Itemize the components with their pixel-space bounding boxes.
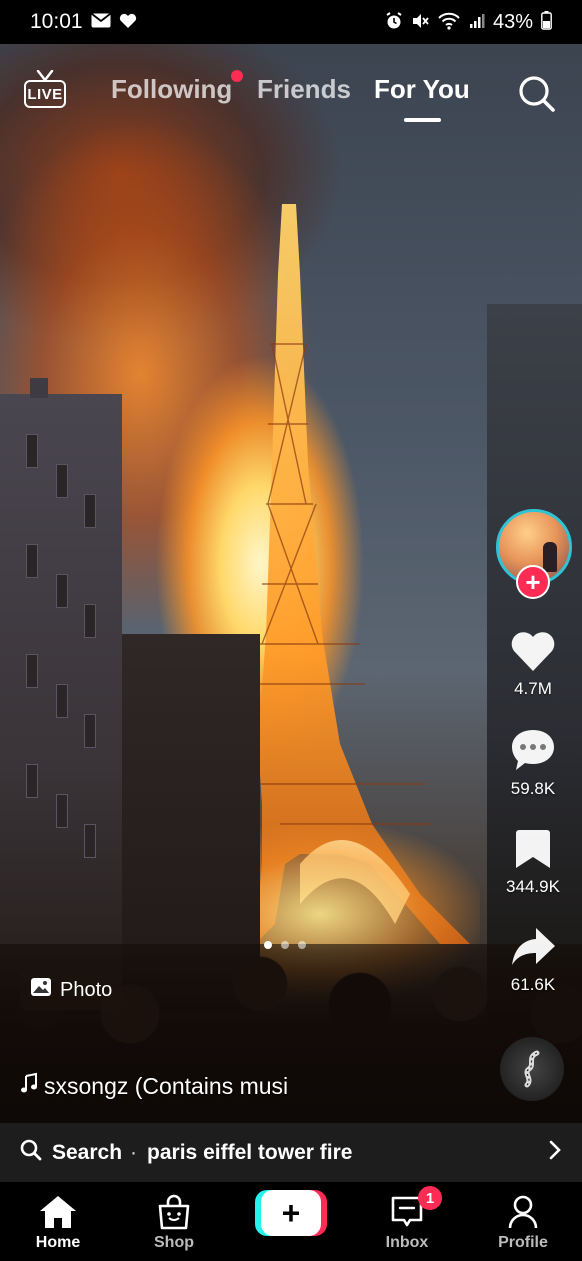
slide-dot: [264, 941, 272, 949]
create-icon: +: [261, 1190, 321, 1236]
nav-shop[interactable]: Shop: [129, 1190, 219, 1252]
post-image[interactable]: [0, 44, 582, 1182]
nav-profile-label: Profile: [498, 1234, 548, 1251]
live-label: LIVE: [24, 80, 66, 108]
battery-percent: 43%: [492, 10, 533, 33]
bookmark-count: 344.9K: [506, 877, 560, 896]
bookmark-button[interactable]: 344.9K: [488, 827, 578, 897]
heart-icon: [119, 13, 137, 32]
inbox-badge: 1: [418, 1186, 442, 1210]
bottom-nav: Home Shop + Inbox Profile: [0, 1182, 582, 1261]
alarm-icon: [385, 11, 403, 33]
related-search-bar[interactable]: Search · paris eiffel tower fire: [0, 1123, 582, 1182]
share-count: 61.6K: [510, 975, 556, 994]
mail-icon: [91, 13, 111, 31]
status-bar: 10:01 43%: [0, 0, 582, 44]
photo-badge: Photo: [20, 970, 123, 1010]
heart-icon: [488, 629, 578, 673]
tab-following[interactable]: Following: [111, 74, 232, 105]
share-icon: [488, 925, 578, 969]
live-button[interactable]: LIVE: [24, 70, 68, 110]
active-tab-indicator: [404, 118, 441, 122]
battery-icon: [541, 11, 552, 33]
music-info[interactable]: sxsongz (Contains musi: [20, 1072, 288, 1100]
create-button[interactable]: +: [255, 1190, 327, 1236]
shop-icon: [129, 1190, 219, 1230]
like-button[interactable]: 4.7M: [488, 629, 578, 699]
share-button[interactable]: 61.6K: [488, 925, 578, 995]
follow-button[interactable]: +: [516, 565, 550, 599]
bookmark-icon: [488, 827, 578, 871]
nav-shop-label: Shop: [154, 1234, 194, 1251]
signal-icon: [469, 13, 485, 32]
photo-icon: [30, 977, 52, 1003]
home-icon: [13, 1190, 103, 1230]
wifi-icon: [437, 12, 461, 33]
building-left: [0, 378, 122, 1014]
search-query: paris eiffel tower fire: [147, 1140, 353, 1164]
status-time: 10:01: [30, 10, 83, 33]
chevron-right-icon: [548, 1139, 562, 1168]
like-count: 4.7M: [514, 679, 552, 698]
comment-button[interactable]: 59.8K: [488, 727, 578, 799]
tab-friends[interactable]: Friends: [257, 74, 351, 105]
nav-inbox-label: Inbox: [385, 1234, 429, 1251]
nav-home-label: Home: [35, 1234, 81, 1251]
search-icon[interactable]: [517, 74, 557, 114]
search-separator: ·: [130, 1140, 138, 1164]
nav-profile[interactable]: Profile: [478, 1190, 568, 1252]
profile-icon: [478, 1190, 568, 1230]
slide-dot: [281, 941, 289, 949]
music-text: sxsongz (Contains musi: [44, 1072, 289, 1099]
search-label: Search: [52, 1140, 123, 1164]
comment-icon: [488, 727, 578, 773]
comment-count: 59.8K: [510, 779, 556, 798]
music-disc-icon: [524, 1050, 540, 1088]
photo-label: Photo: [60, 978, 113, 1001]
tab-for-you[interactable]: For You: [374, 74, 470, 105]
music-disc-button[interactable]: [500, 1037, 564, 1101]
music-note-icon: [20, 1072, 38, 1100]
following-notification-dot: [231, 70, 243, 82]
top-nav: LIVE Following Friends For You: [0, 60, 582, 130]
nav-home[interactable]: Home: [13, 1190, 103, 1252]
mute-icon: [411, 12, 429, 33]
slide-dot: [298, 941, 306, 949]
slide-indicator: [264, 941, 306, 949]
search-icon: [20, 1139, 42, 1167]
